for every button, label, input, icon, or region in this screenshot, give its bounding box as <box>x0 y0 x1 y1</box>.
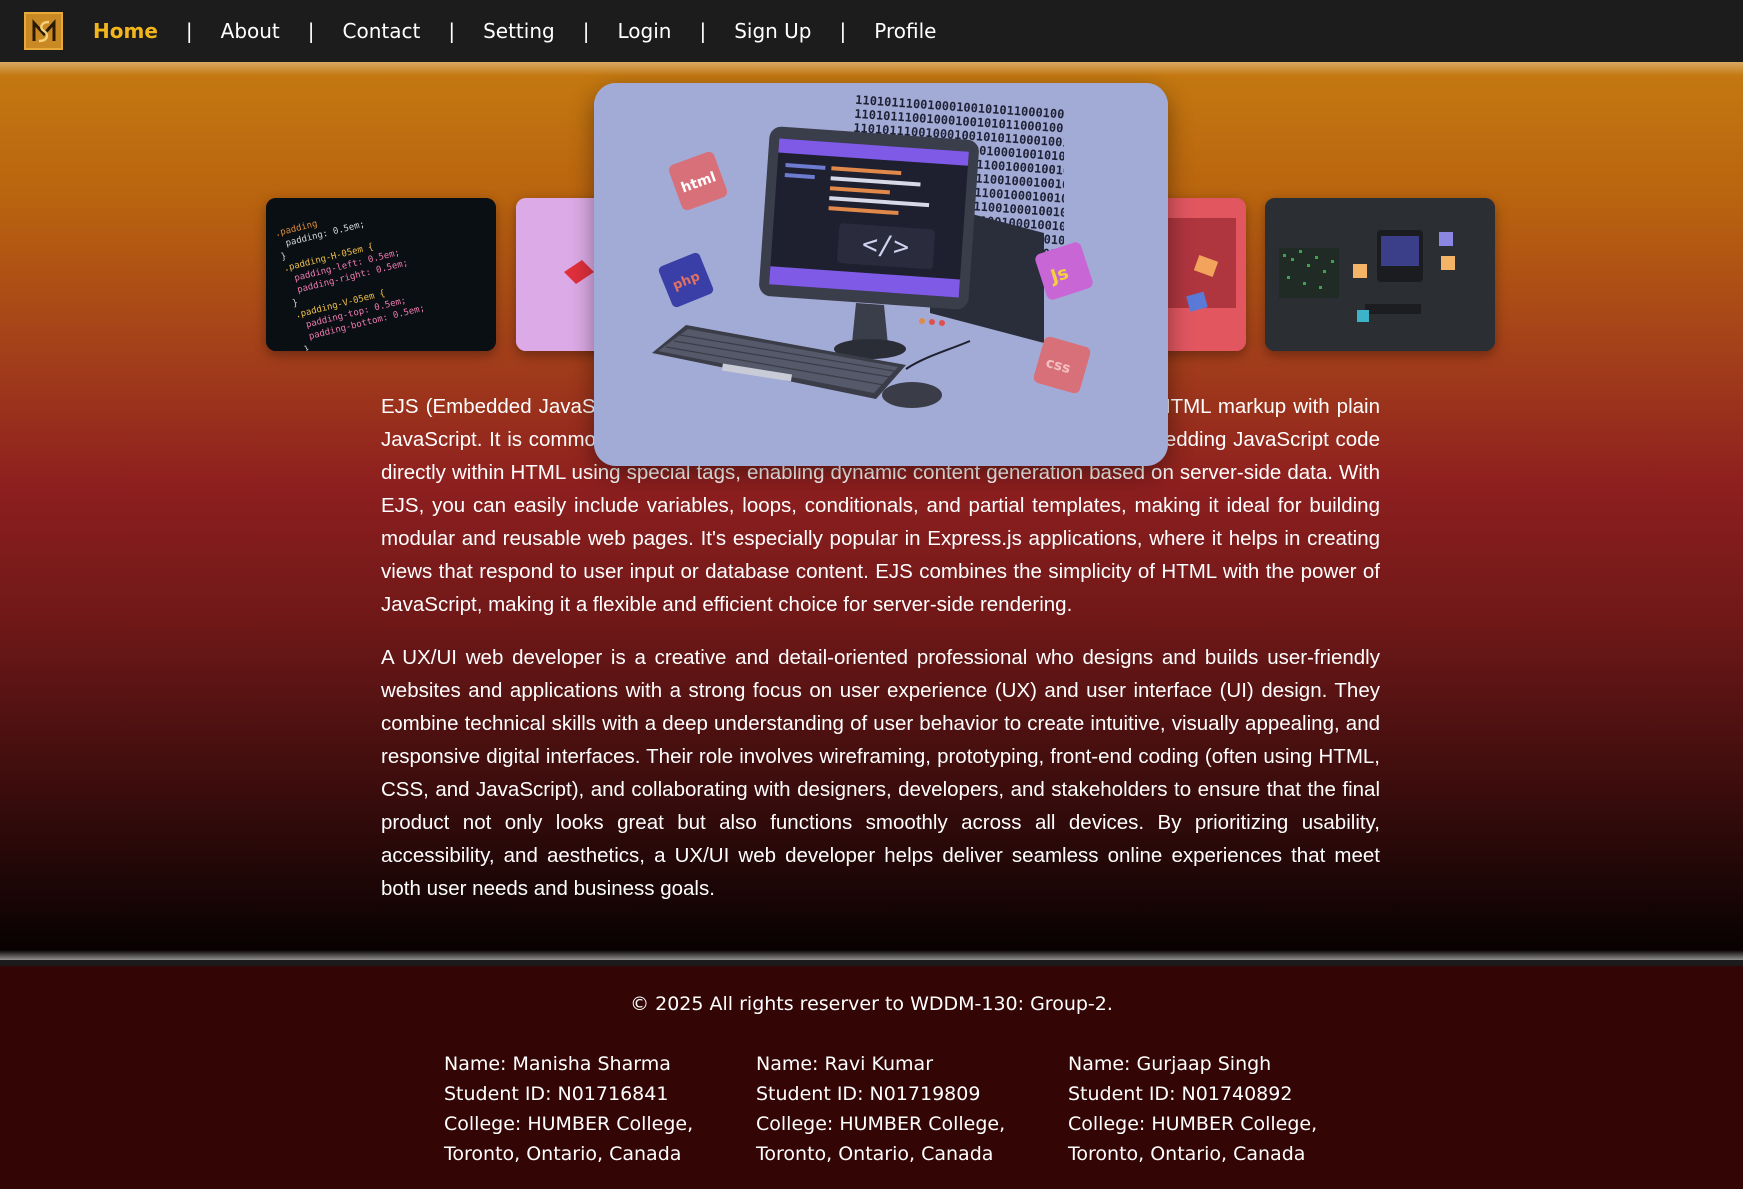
member-student-id: Student ID: N01719809 <box>756 1083 981 1105</box>
nav-setting-link[interactable]: Setting <box>483 19 555 43</box>
carousel-slide-css-code[interactable]: .padding padding: 0.5em; } .padding-H-05… <box>266 198 496 351</box>
nav-contact-link[interactable]: Contact <box>343 19 421 43</box>
css-code-image: .padding padding: 0.5em; } .padding-H-05… <box>266 198 496 351</box>
team-member-card: Name: Manisha Sharma Student ID: N017168… <box>444 1049 734 1169</box>
member-college: College: HUMBER College, <box>444 1113 694 1135</box>
nav-links: Home | About | Contact | Setting | Login… <box>93 0 936 62</box>
member-college: College: HUMBER College, <box>756 1113 1006 1135</box>
nav-separator: | <box>307 19 315 43</box>
nav-profile-link[interactable]: Profile <box>874 19 936 43</box>
member-name: Name: Gurjaap Singh <box>1068 1053 1272 1075</box>
nav-login-link[interactable]: Login <box>617 19 671 43</box>
nav-home-link[interactable]: Home <box>93 19 158 43</box>
computer-code-illustration: 1101011100100010010101100010010001011010… <box>594 83 1168 466</box>
member-student-id: Student ID: N01716841 <box>444 1083 669 1105</box>
top-navbar: Home | About | Contact | Setting | Login… <box>0 0 1743 62</box>
member-student-id: Student ID: N01740892 <box>1068 1083 1293 1105</box>
nav-separator: | <box>699 19 707 43</box>
ms-monogram-logo-icon[interactable] <box>24 12 63 50</box>
page-footer: © 2025 All rights reserver to WDDM-130: … <box>0 966 1743 1189</box>
member-college: College: HUMBER College, <box>1068 1113 1318 1135</box>
team-member-card: Name: Gurjaap Singh Student ID: N0174089… <box>1068 1049 1358 1169</box>
dark-workspace-image <box>1265 198 1495 351</box>
member-location: Toronto, Ontario, Canada <box>756 1143 994 1165</box>
nav-separator: | <box>185 19 193 43</box>
svg-text:</>: </> <box>861 230 910 263</box>
nav-separator: | <box>582 19 590 43</box>
nav-separator: | <box>448 19 456 43</box>
section-divider <box>0 950 1743 960</box>
carousel-slide-featured-computer[interactable]: 1101011100100010010101100010010001011010… <box>594 83 1168 466</box>
nav-about-link[interactable]: About <box>221 19 280 43</box>
member-location: Toronto, Ontario, Canada <box>1068 1143 1306 1165</box>
member-location: Toronto, Ontario, Canada <box>444 1143 682 1165</box>
nav-separator: | <box>839 19 847 43</box>
copyright-text: © 2025 All rights reserver to WDDM-130: … <box>630 993 1113 1015</box>
uxui-description-paragraph: A UX/UI web developer is a creative and … <box>381 646 1380 900</box>
member-name: Name: Manisha Sharma <box>444 1053 671 1075</box>
nav-signup-link[interactable]: Sign Up <box>734 19 811 43</box>
team-member-card: Name: Ravi Kumar Student ID: N01719809 C… <box>756 1049 1046 1169</box>
member-name: Name: Ravi Kumar <box>756 1053 934 1075</box>
carousel-slide-dark-workspace[interactable] <box>1265 198 1495 351</box>
